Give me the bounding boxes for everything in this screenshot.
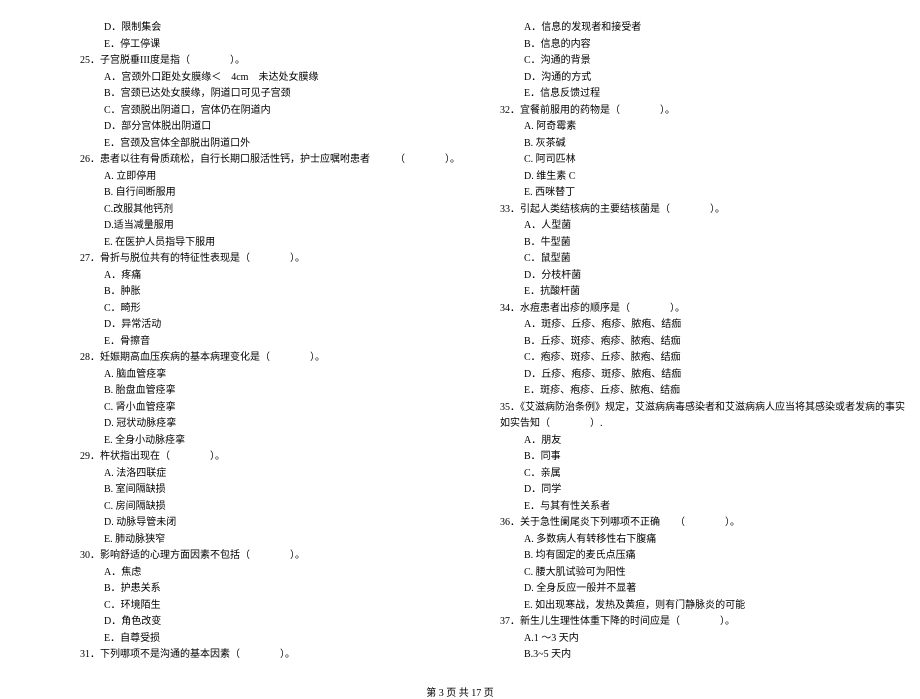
option-line: D．分枝杆菌: [500, 268, 905, 285]
question-line: 37．新生儿生理性体重下降的时间应是（ ）。: [500, 614, 905, 631]
option-line: A．焦虑: [80, 565, 460, 582]
question-line: 34．水痘患者出疹的顺序是（ ）。: [500, 301, 905, 318]
option-line: B．宫颈已达处女膜缘，阴道口可见子宫颈: [80, 86, 460, 103]
option-line: B. 均有固定的麦氏点压痛: [500, 548, 905, 565]
question-line: 30．影响舒适的心理方面因素不包括（ ）。: [80, 548, 460, 565]
option-line: D．限制集会: [80, 20, 460, 37]
right-column: A．信息的发现者和接受者B．信息的内容C．沟通的背景D．沟通的方式E．信息反馈过…: [480, 20, 920, 664]
option-line: A. 多数病人有转移性右下腹痛: [500, 532, 905, 549]
option-line: E．抗酸杆菌: [500, 284, 905, 301]
option-line: A．人型菌: [500, 218, 905, 235]
option-line: C．亲属: [500, 466, 905, 483]
option-line: B．同事: [500, 449, 905, 466]
option-line: B．牛型菌: [500, 235, 905, 252]
page-footer: 第 3 页 共 17 页: [0, 684, 920, 699]
option-line: D. 全身反应一般并不显著: [500, 581, 905, 598]
option-line: E. 全身小动脉痉挛: [80, 433, 460, 450]
option-line: C．宫颈脱出阴道口，宫体仍在阴道内: [80, 103, 460, 120]
option-line: B. 胎盘血管痉挛: [80, 383, 460, 400]
option-line: D．丘疹、疱疹、斑疹、脓疱、结痂: [500, 367, 905, 384]
option-line: E．宫颈及宫体全部脱出阴道口外: [80, 136, 460, 153]
option-line: E. 西咪替丁: [500, 185, 905, 202]
question-line: 33．引起人类结核病的主要结核菌是（ ）。: [500, 202, 905, 219]
question-line: 32．宜餐前服用的药物是（ ）。: [500, 103, 905, 120]
option-line: A．宫颈外口距处女膜缘＜ 4cm 未达处女膜缘: [80, 70, 460, 87]
option-line: B．丘疹、斑疹、疱疹、脓疱、结痂: [500, 334, 905, 351]
option-line: D. 动脉导管未闭: [80, 515, 460, 532]
option-line: A.1 ～3 天内: [500, 631, 905, 648]
option-line: B. 室间隔缺损: [80, 482, 460, 499]
option-line: A．疼痛: [80, 268, 460, 285]
option-line: C．鼠型菌: [500, 251, 905, 268]
option-line: C. 肾小血管痉挛: [80, 400, 460, 417]
option-line: C. 腰大肌试验可为阳性: [500, 565, 905, 582]
option-line: E．停工停课: [80, 37, 460, 54]
option-line: E．信息反馈过程: [500, 86, 905, 103]
question-line: 31．下列哪项不是沟通的基本因素（ ）。: [80, 647, 460, 664]
option-line: E. 在医护人员指导下服用: [80, 235, 460, 252]
option-line: D．沟通的方式: [500, 70, 905, 87]
option-line: B.3~5 天内: [500, 647, 905, 664]
option-line: C.改服其他钙剂: [80, 202, 460, 219]
question-line: 28．妊娠期高血压疾病的基本病理变化是（ ）。: [80, 350, 460, 367]
option-line: E．斑疹、疱疹、丘疹、脓疱、结痂: [500, 383, 905, 400]
question-line: 如实告知（ ）.: [500, 416, 905, 433]
option-line: B．护患关系: [80, 581, 460, 598]
option-line: D．同学: [500, 482, 905, 499]
option-line: B．信息的内容: [500, 37, 905, 54]
option-line: B. 灰茶碱: [500, 136, 905, 153]
option-line: B. 自行间断服用: [80, 185, 460, 202]
option-line: B．肿胀: [80, 284, 460, 301]
option-line: E. 如出现寒战，发热及黄疸，则有门静脉炎的可能: [500, 598, 905, 615]
option-line: A．朋友: [500, 433, 905, 450]
option-line: C．环境陌生: [80, 598, 460, 615]
option-line: A．斑疹、丘疹、疱疹、脓疱、结痂: [500, 317, 905, 334]
left-column: D．限制集会E．停工停课25．子宫脱垂III度是指（ ）。A．宫颈外口距处女膜缘…: [60, 20, 480, 664]
option-line: D.适当减量服用: [80, 218, 460, 235]
option-line: A. 立即停用: [80, 169, 460, 186]
option-line: C．疱疹、斑疹、丘疹、脓疱、结痂: [500, 350, 905, 367]
option-line: D. 维生素 C: [500, 169, 905, 186]
option-line: C．沟通的背景: [500, 53, 905, 70]
option-line: E．与其有性关系者: [500, 499, 905, 516]
option-line: E. 肺动脉狭窄: [80, 532, 460, 549]
option-line: D. 冠状动脉痉挛: [80, 416, 460, 433]
question-line: 26．患者以往有骨质疏松，自行长期口服活性钙，护士应嘱咐患者 （ ）。: [80, 152, 460, 169]
option-line: A. 阿奇霉素: [500, 119, 905, 136]
option-line: A. 法洛四联症: [80, 466, 460, 483]
page-content: D．限制集会E．停工停课25．子宫脱垂III度是指（ ）。A．宫颈外口距处女膜缘…: [0, 0, 920, 674]
option-line: C. 房间隔缺损: [80, 499, 460, 516]
question-line: 29．杵状指出现在（ ）。: [80, 449, 460, 466]
option-line: D．部分宫体脱出阴道口: [80, 119, 460, 136]
option-line: C. 阿司匹林: [500, 152, 905, 169]
question-line: 27．骨折与脱位共有的特征性表现是（ ）。: [80, 251, 460, 268]
option-line: D．角色改变: [80, 614, 460, 631]
question-line: 35．《艾滋病防治条例》规定，艾滋病病毒感染者和艾滋病病人应当将其感染或者发病的…: [500, 400, 905, 417]
option-line: E．骨擦音: [80, 334, 460, 351]
question-line: 36．关于急性阑尾炎下列哪项不正确 （ ）。: [500, 515, 905, 532]
option-line: A．信息的发现者和接受者: [500, 20, 905, 37]
option-line: E．自尊受损: [80, 631, 460, 648]
option-line: D．异常活动: [80, 317, 460, 334]
option-line: A. 脑血管痉挛: [80, 367, 460, 384]
option-line: C．畸形: [80, 301, 460, 318]
question-line: 25．子宫脱垂III度是指（ ）。: [80, 53, 460, 70]
